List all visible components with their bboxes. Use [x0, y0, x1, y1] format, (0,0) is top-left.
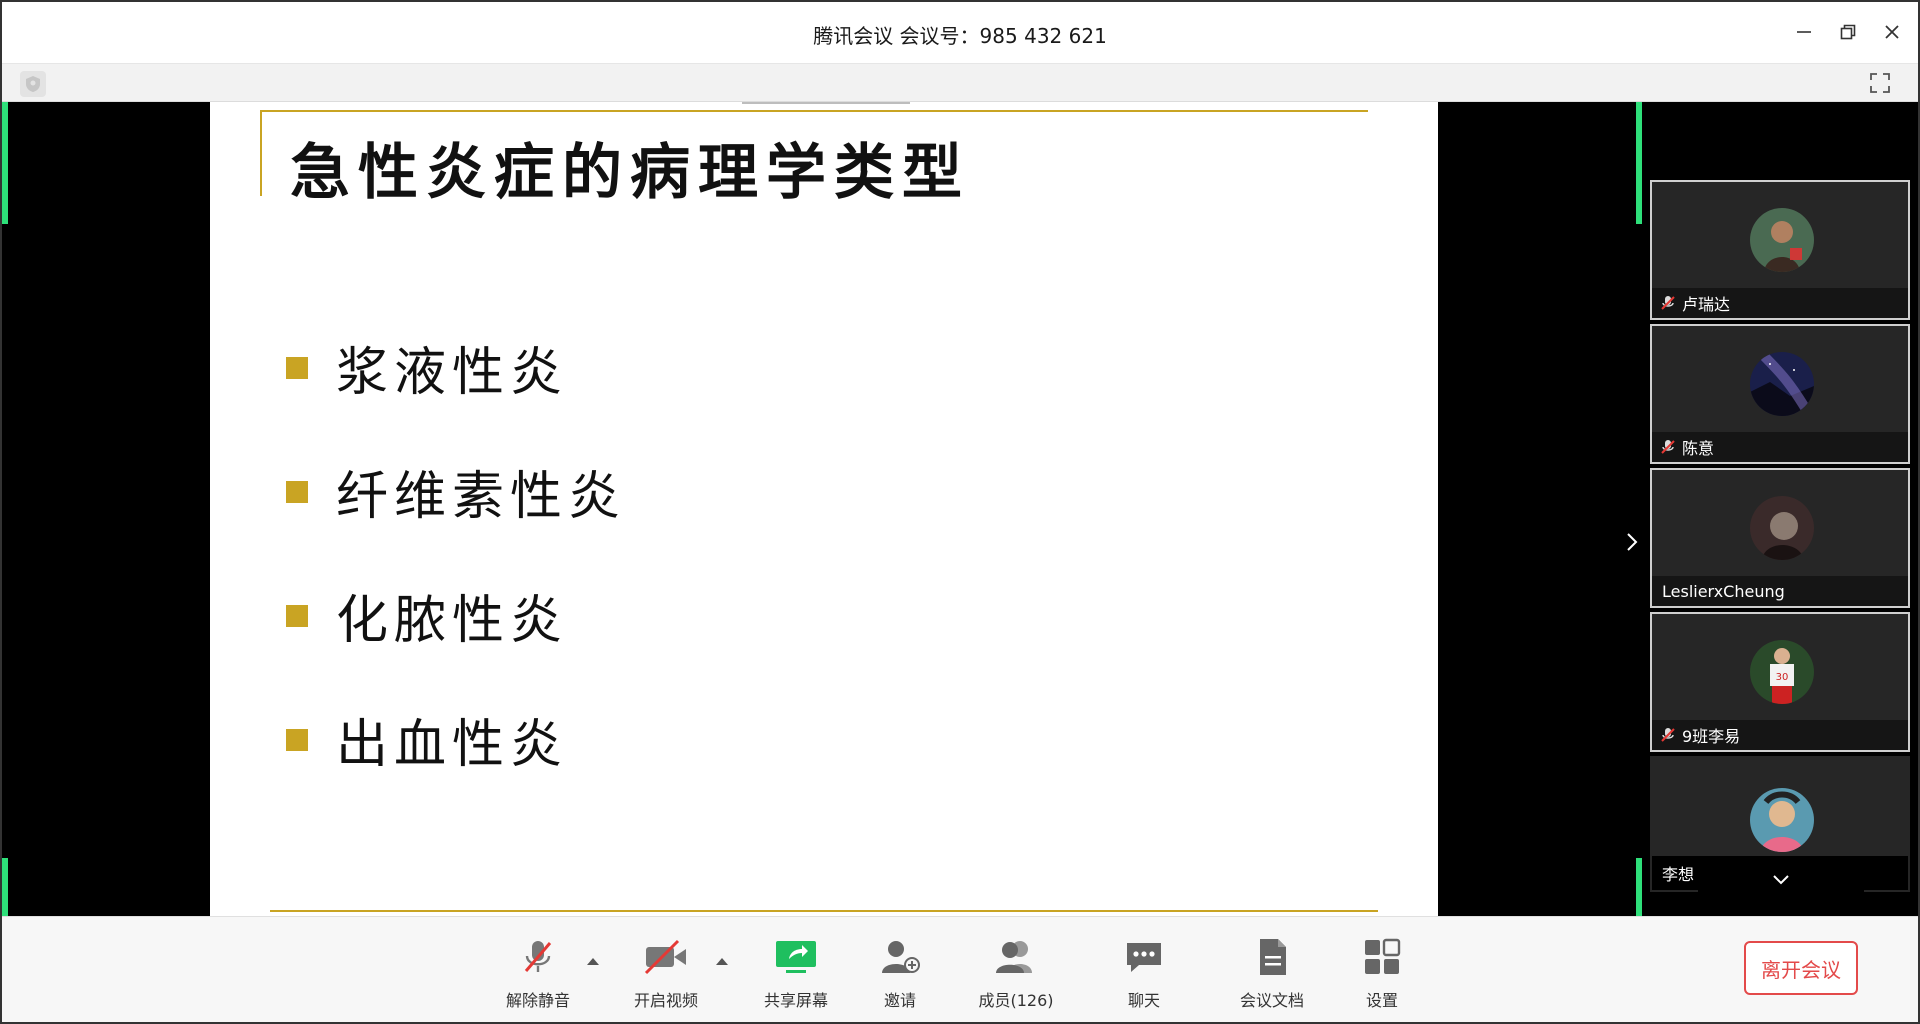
mic-muted-icon: [1658, 437, 1678, 457]
chat-button[interactable]: 聊天: [1094, 935, 1194, 1011]
football-player-avatar-icon: 30: [1750, 640, 1814, 704]
slide-top-handle: [742, 102, 910, 104]
participant-video-tile[interactable]: LeslierxCheung: [1650, 468, 1910, 608]
slide-bullet: 浆液性炎: [286, 330, 568, 405]
participant-name: 9班李易: [1682, 727, 1741, 746]
participant-name: 陈意: [1682, 439, 1715, 458]
caret-up-icon: [716, 958, 728, 965]
slide-bottom-rule: [270, 910, 1378, 912]
sharing-indicator-left-top: [2, 102, 8, 224]
audio-options-caret[interactable]: [583, 953, 603, 969]
share-screen-button[interactable]: 共享屏幕: [746, 935, 846, 1011]
slide-bullet: 纤维素性炎: [286, 454, 626, 529]
presentation-slide: 急性炎症的病理学类型 浆液性炎 纤维素性炎 化脓性炎 出血性炎: [210, 102, 1438, 916]
meeting-docs-button[interactable]: 会议文档: [1222, 935, 1322, 1011]
fullscreen-button[interactable]: [1866, 69, 1894, 97]
camera-off-icon: [616, 935, 716, 979]
slide-title: 急性炎症的病理学类型: [290, 138, 970, 208]
participant-video-tile[interactable]: 陈意: [1650, 324, 1910, 464]
apps-grid-icon: [1332, 935, 1432, 979]
sharing-indicator-left-bottom: [2, 858, 8, 916]
unmute-label: 解除静音: [505, 991, 570, 1010]
bullet-text: 浆液性炎: [336, 343, 569, 403]
sharing-indicator-right-top: [1636, 102, 1642, 224]
meeting-controls-bar: 解除静音 开启视频 共享屏幕 邀请 成员(126) 聊天 会议文档 设置 离开会…: [0, 916, 1920, 1024]
restore-icon: [1840, 24, 1856, 40]
participant-name-bar: LeslierxCheung: [1652, 576, 1908, 606]
chevron-down-icon: [1773, 875, 1789, 885]
participant-name: LeslierxCheung: [1662, 581, 1785, 601]
meeting-docs-label: 会议文档: [1239, 991, 1304, 1010]
window-title: 腾讯会议 会议号：985 432 621: [813, 24, 1107, 48]
slide-bullet: 出血性炎: [286, 702, 568, 777]
invite-button[interactable]: 邀请: [850, 935, 950, 1011]
participant-name: 卢瑞达: [1682, 295, 1731, 314]
settings-button[interactable]: 设置: [1332, 935, 1432, 1011]
security-shield-button[interactable]: [20, 71, 46, 97]
members-button[interactable]: 成员(126): [966, 935, 1066, 1011]
night-sky-avatar-icon: [1750, 352, 1814, 416]
minimize-button[interactable]: [1786, 14, 1822, 50]
child-photo-avatar-icon: [1750, 788, 1814, 852]
chevron-right-icon: [1627, 533, 1638, 551]
avatar: [1750, 496, 1814, 560]
leave-meeting-button[interactable]: 离开会议: [1744, 941, 1858, 995]
man-portrait-avatar-icon: [1750, 208, 1814, 272]
close-icon: [1885, 25, 1899, 39]
avatar: [1750, 352, 1814, 416]
bullet-text: 出血性炎: [336, 715, 569, 775]
mic-muted-icon: [488, 935, 588, 979]
settings-label: 设置: [1365, 991, 1398, 1010]
share-screen-icon: [746, 935, 846, 979]
restore-button[interactable]: [1830, 14, 1866, 50]
members-icon: [966, 935, 1066, 979]
participant-video-tile[interactable]: 卢瑞达: [1650, 180, 1910, 320]
bullet-square-icon: [286, 480, 308, 503]
share-screen-label: 共享屏幕: [763, 991, 828, 1010]
slide-bullet: 化脓性炎: [286, 578, 568, 653]
invite-label: 邀请: [883, 991, 916, 1010]
participant-name-bar: 9班李易: [1652, 720, 1908, 750]
bullet-square-icon: [286, 604, 308, 627]
dark-portrait-avatar-icon: [1750, 496, 1814, 560]
participant-video-tile[interactable]: 30 9班李易: [1650, 612, 1910, 752]
title-bar: 腾讯会议 会议号：985 432 621: [0, 0, 1920, 64]
participant-name: 李想: [1662, 865, 1695, 884]
members-label: 成员(126): [978, 991, 1054, 1010]
invite-user-icon: [850, 935, 950, 979]
document-icon: [1222, 935, 1322, 979]
bullet-text: 化脓性炎: [336, 591, 569, 651]
caret-up-icon: [587, 958, 599, 965]
svg-text:30: 30: [1776, 672, 1789, 683]
avatar: 30: [1750, 640, 1814, 704]
scroll-participants-down-button[interactable]: [1698, 862, 1864, 898]
mic-muted-icon: [1658, 293, 1678, 313]
close-button[interactable]: [1874, 14, 1910, 50]
collapse-sidebar-button[interactable]: [1620, 528, 1644, 556]
chat-icon: [1094, 935, 1194, 979]
minimize-icon: [1797, 31, 1811, 33]
bullet-square-icon: [286, 356, 308, 379]
meeting-info-bar: [0, 64, 1920, 102]
sharing-indicator-right-bottom: [1636, 858, 1642, 916]
mic-muted-icon: [1658, 725, 1678, 745]
avatar: [1750, 788, 1814, 852]
start-video-button[interactable]: 开启视频: [616, 935, 716, 1011]
bullet-text: 纤维素性炎: [336, 467, 627, 527]
start-video-label: 开启视频: [633, 991, 698, 1010]
unmute-button[interactable]: 解除静音: [488, 935, 588, 1011]
video-options-caret[interactable]: [712, 953, 732, 969]
shield-icon: [26, 76, 40, 92]
chat-label: 聊天: [1127, 991, 1160, 1010]
fullscreen-icon: [1870, 73, 1890, 93]
participant-name-bar: 陈意: [1652, 432, 1908, 462]
bullet-square-icon: [286, 728, 308, 751]
avatar: [1750, 208, 1814, 272]
participant-name-bar: 卢瑞达: [1652, 288, 1908, 318]
